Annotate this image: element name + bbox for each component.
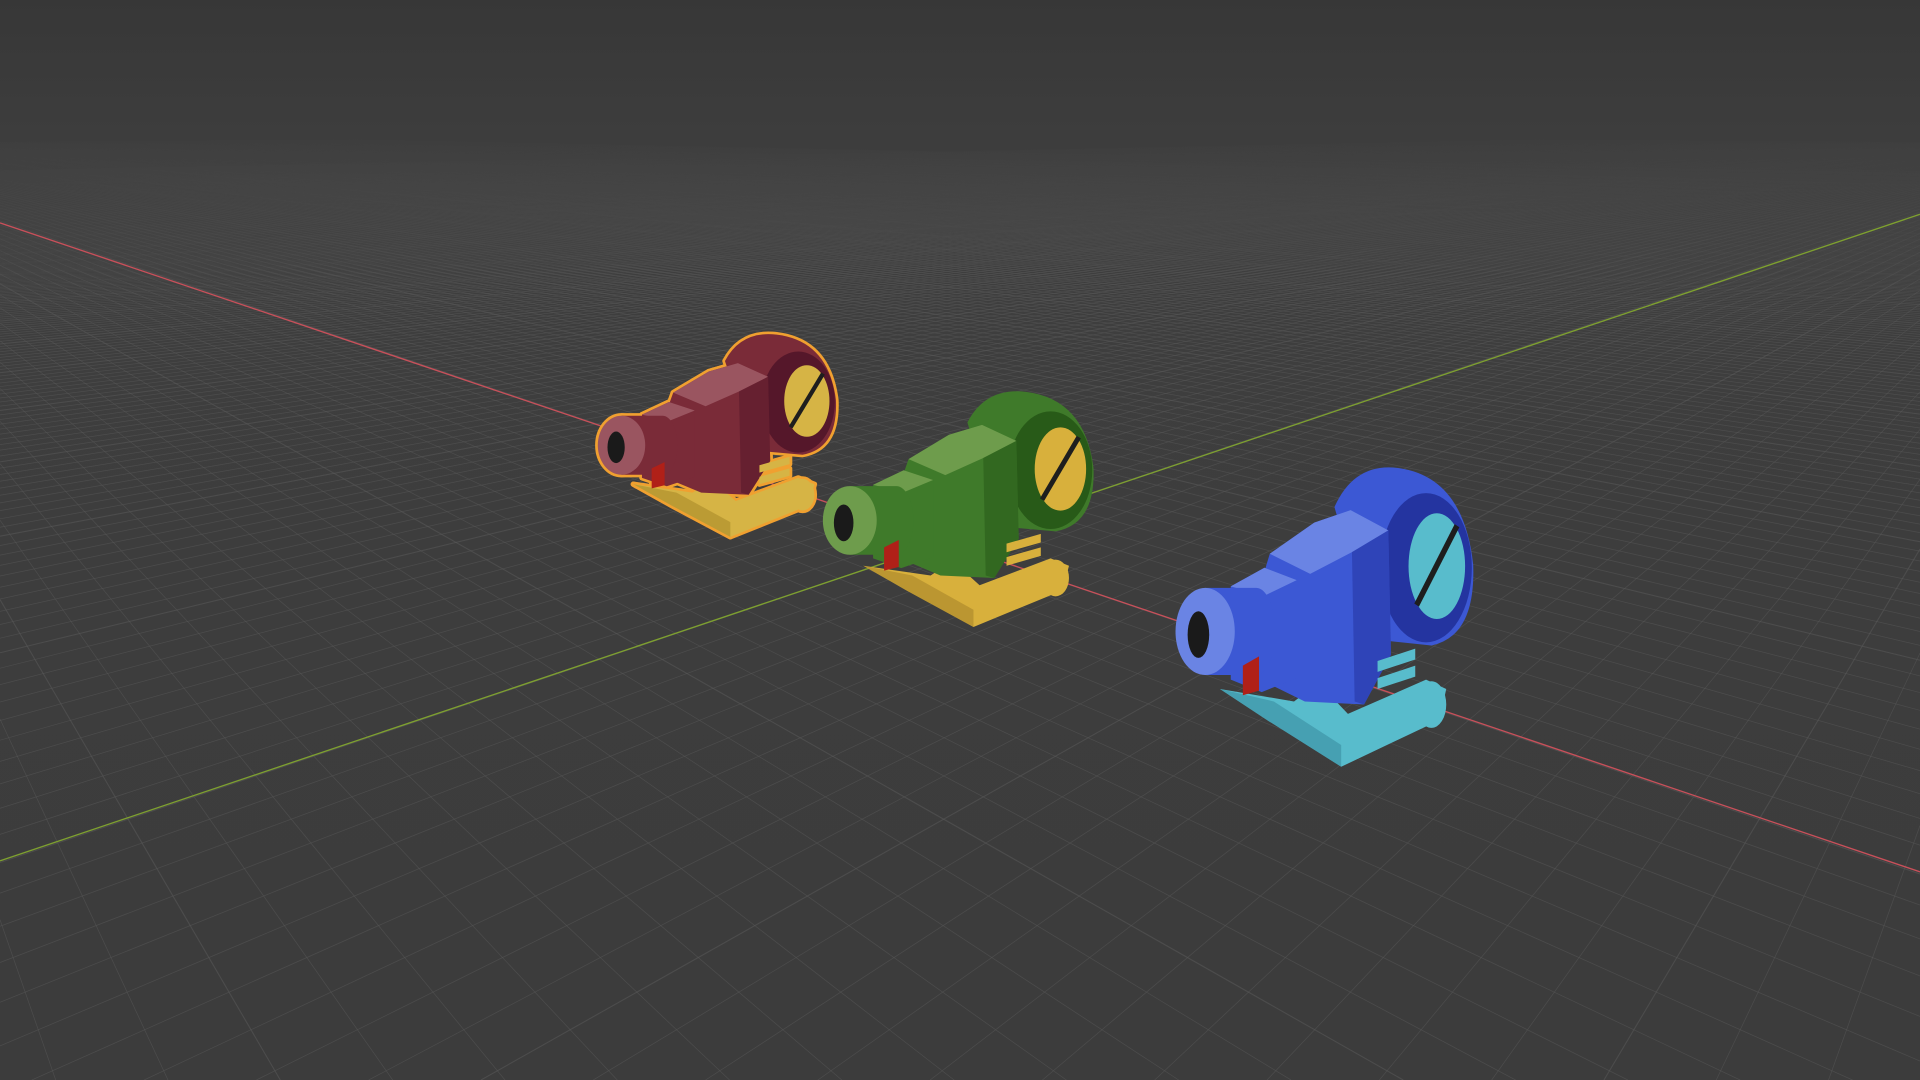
viewport-canvas[interactable] <box>0 0 1920 1080</box>
turret-base-pivot <box>790 478 815 511</box>
3d-viewport[interactable] <box>0 0 1920 1080</box>
turret-base-pivot <box>1042 559 1069 597</box>
turret-barrel-hole <box>1187 611 1210 658</box>
turret-base-pivot <box>1416 681 1447 728</box>
turret-barrel-hole <box>607 431 625 464</box>
turret-barrel-hole <box>833 504 854 542</box>
horizon-fade <box>0 0 1920 294</box>
